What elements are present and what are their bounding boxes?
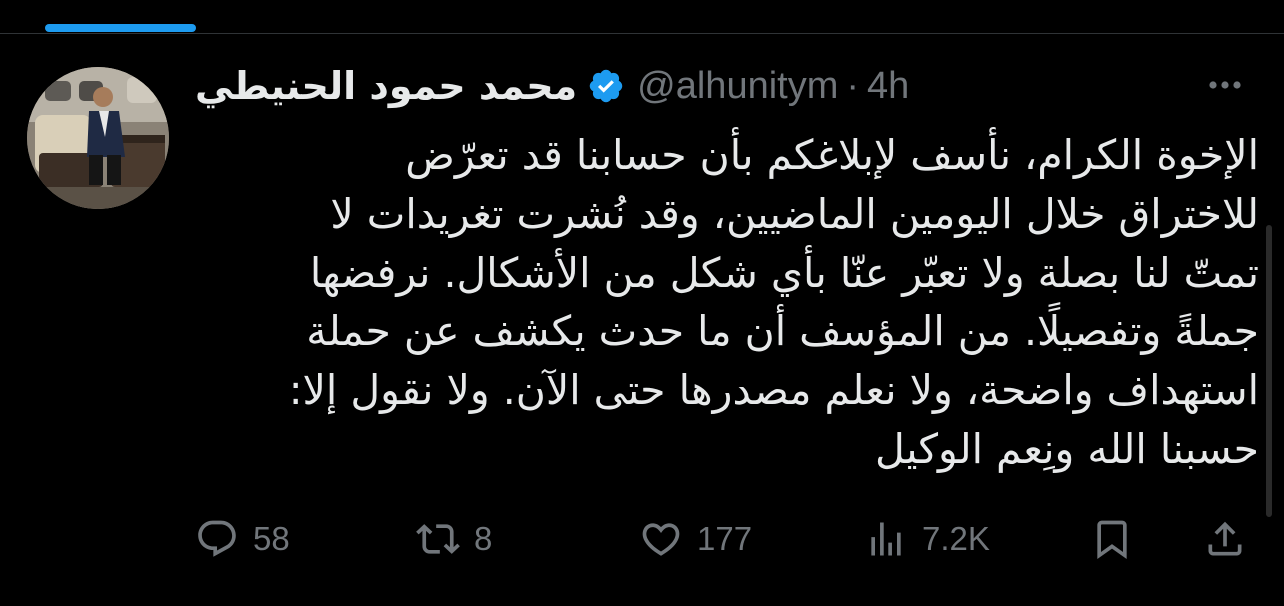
user-handle[interactable]: @alhunitym — [637, 65, 838, 108]
reply-button[interactable]: 58 — [195, 512, 290, 566]
separator-dot: · — [846, 64, 860, 107]
bookmark-button[interactable] — [1090, 512, 1134, 566]
more-options-icon[interactable] — [1208, 80, 1242, 90]
like-count: 177 — [697, 520, 753, 557]
timestamp[interactable]: 4h — [867, 65, 909, 108]
retweet-icon — [416, 524, 460, 554]
reply-icon — [198, 520, 236, 557]
heart-icon — [642, 523, 680, 556]
bookmark-icon — [1097, 520, 1127, 560]
avatar[interactable] — [27, 67, 169, 209]
retweet-button[interactable]: 8 — [416, 512, 492, 566]
avatar-photo — [27, 67, 169, 209]
verified-badge-icon — [589, 69, 623, 103]
tweet-text: الإخوة الكرام، نأسف لإبلاغكم بأن حسابنا … — [288, 131, 1259, 473]
reply-count: 58 — [253, 520, 290, 557]
share-icon — [1208, 521, 1242, 556]
like-button[interactable]: 177 — [639, 512, 752, 566]
share-button[interactable] — [1203, 512, 1247, 566]
views-icon — [871, 522, 901, 556]
active-tab-indicator — [45, 24, 196, 32]
views-count: 7.2K — [922, 520, 990, 557]
scrollbar[interactable] — [1266, 225, 1272, 517]
top-divider — [0, 33, 1284, 34]
tweet-header: محمد حمود الحنيطي @alhunitym · 4h — [195, 56, 909, 116]
display-name[interactable]: محمد حمود الحنيطي — [195, 64, 577, 108]
action-bar: 58 8 177 7.2K — [0, 512, 1284, 566]
retweet-count: 8 — [474, 520, 493, 557]
views-button[interactable]: 7.2K — [864, 512, 990, 566]
